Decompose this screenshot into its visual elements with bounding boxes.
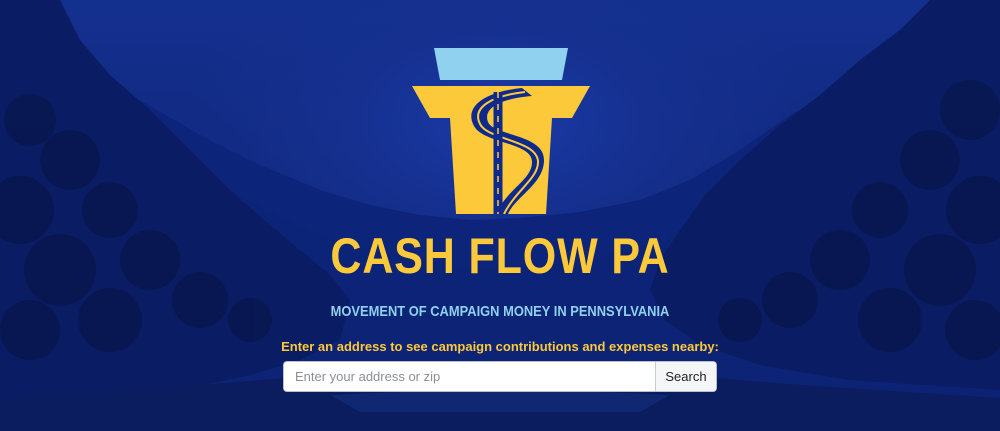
site-subtitle: MOVEMENT OF CAMPAIGN MONEY IN PENNSYLVAN… (330, 303, 670, 320)
keystone-dollar-road-icon (412, 48, 590, 214)
search-button[interactable]: Search (655, 362, 716, 391)
site-title: CASH FLOW PA (330, 228, 670, 284)
address-search-form: Search (283, 361, 717, 392)
address-search-input[interactable] (284, 362, 655, 391)
hero-content: CASH FLOW PA MOVEMENT OF CAMPAIGN MONEY … (0, 0, 1000, 431)
search-prompt: Enter an address to see campaign contrib… (281, 339, 719, 354)
hero-section: CASH FLOW PA MOVEMENT OF CAMPAIGN MONEY … (0, 0, 1000, 431)
keystone-cap (434, 48, 568, 80)
